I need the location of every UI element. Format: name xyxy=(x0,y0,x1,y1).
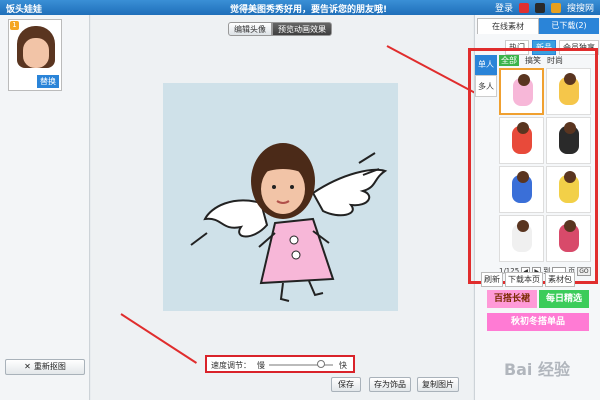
angel-figure xyxy=(190,143,388,302)
go-button[interactable]: GO xyxy=(577,266,591,276)
download-page-button[interactable]: 下载本页 xyxy=(505,272,543,287)
qq-icon[interactable] xyxy=(534,2,545,13)
material-item[interactable] xyxy=(546,117,591,164)
speed-slow-label: 慢 xyxy=(257,361,265,370)
thumbnail-number-badge: 1 xyxy=(10,21,19,30)
material-item[interactable] xyxy=(546,166,591,213)
material-item[interactable] xyxy=(499,68,544,115)
filter-funny[interactable]: 搞笑 xyxy=(525,55,541,66)
save-as-accessory-button[interactable]: 存为饰品 xyxy=(369,377,411,392)
save-button[interactable]: 保存 xyxy=(331,377,361,392)
recrop-button[interactable]: ✕ 重新抠图 xyxy=(5,359,85,375)
slogan-text: 觉得美图秀秀好用，要告诉您的朋友哦! xyxy=(230,5,388,15)
replace-badge[interactable]: 替换 xyxy=(37,75,59,88)
watermark-text: Bai 经验 xyxy=(503,360,570,379)
weibo-icon[interactable] xyxy=(518,2,529,13)
material-item[interactable] xyxy=(546,215,591,262)
filter-fashion[interactable]: 时尚 xyxy=(547,55,563,66)
head-thumbnail[interactable]: 1 替换 xyxy=(8,19,62,91)
promo-autumn-items-button[interactable]: 秋初冬搭单品 xyxy=(487,313,589,331)
title-bar: 饭头娃娃 觉得美图秀秀好用，要告诉您的朋友哦! 登录 搜搜网 xyxy=(0,0,600,15)
app-title: 饭头娃娃 xyxy=(6,5,43,15)
promo-daily-pick-button[interactable]: 每日精选 xyxy=(539,290,589,308)
animation-canvas xyxy=(163,83,398,311)
search-icon[interactable] xyxy=(550,2,561,13)
promo-dress-button[interactable]: 百搭长裙 xyxy=(487,290,537,308)
speed-slider-handle[interactable] xyxy=(317,360,325,368)
filter-tabs: 全部 搞笑 时尚 xyxy=(499,55,563,66)
tab-preview-animation[interactable]: 预览动画效果 xyxy=(272,22,332,36)
mode-tabs: 编辑头像 预览动画效果 xyxy=(228,22,332,36)
speed-label: 速度调节： xyxy=(211,361,251,370)
copy-image-button[interactable]: 复制图片 xyxy=(417,377,459,392)
filter-all[interactable]: 全部 xyxy=(499,55,519,66)
material-item[interactable] xyxy=(499,117,544,164)
materials-tools: 刷新 下载本页 素材包 xyxy=(481,272,575,287)
material-grid xyxy=(499,68,591,262)
preview-area: 编辑头像 预览动画效果 速度调节： 慢 快 保存 存为饰品 复制图片 xyxy=(91,15,476,400)
close-icon: ✕ xyxy=(24,362,31,371)
material-item[interactable] xyxy=(499,215,544,262)
tab-edit-head[interactable]: 编辑头像 xyxy=(228,22,272,36)
tab-downloaded[interactable]: 已下载(2) xyxy=(539,18,599,34)
materials-tabs: 在线素材 已下载(2) xyxy=(477,18,599,34)
face-shape xyxy=(23,38,49,68)
materials-panel: 在线素材 已下载(2) 热门 新品 会员独享 单人 多人 全部 搞笑 时尚 1/… xyxy=(468,15,600,400)
speed-control: 速度调节： 慢 快 xyxy=(205,355,355,373)
tab-online-materials[interactable]: 在线素材 xyxy=(477,18,539,34)
side-tab-single[interactable]: 单人 xyxy=(475,55,497,75)
material-item[interactable] xyxy=(546,68,591,115)
refresh-button[interactable]: 刷新 xyxy=(481,272,503,287)
feedback-link[interactable]: 搜搜网 xyxy=(567,1,594,14)
speed-fast-label: 快 xyxy=(339,361,347,370)
material-pack-button[interactable]: 素材包 xyxy=(545,272,575,287)
side-tab-multi[interactable]: 多人 xyxy=(475,75,497,97)
material-item[interactable] xyxy=(499,166,544,213)
annotation-arrow-speed xyxy=(120,313,198,364)
annotation-arrow-materials xyxy=(386,45,476,94)
left-panel: 1 替换 ✕ 重新抠图 xyxy=(0,15,90,400)
login-link[interactable]: 登录 xyxy=(495,1,513,14)
